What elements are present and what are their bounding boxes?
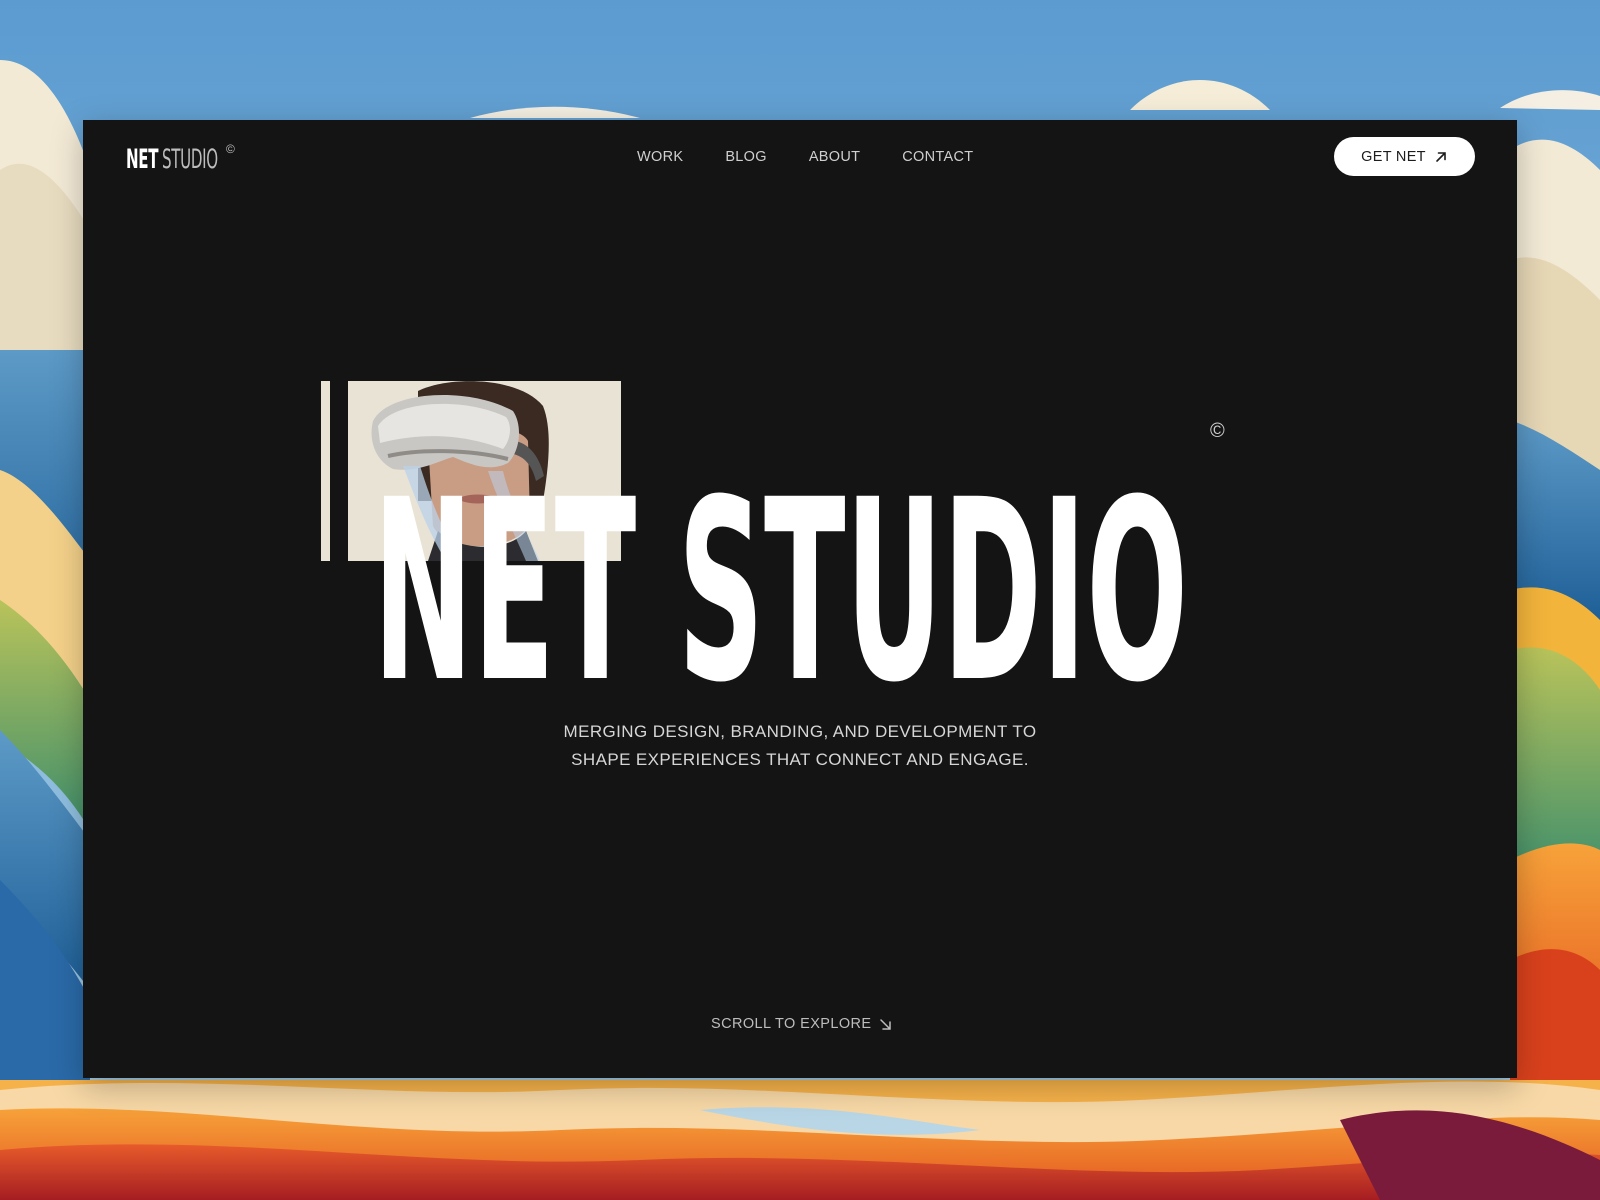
main-nav: WORK BLOG ABOUT CONTACT bbox=[637, 143, 973, 171]
scroll-label: SCROLL TO EXPLORE bbox=[711, 1016, 872, 1032]
nav-item-about[interactable]: ABOUT bbox=[809, 143, 860, 171]
scroll-to-explore-link[interactable]: SCROLL TO EXPLORE bbox=[711, 1016, 892, 1032]
arrow-up-right-icon bbox=[1434, 150, 1448, 164]
tagline-line-1: MERGING DESIGN, BRANDING, AND DEVELOPMEN… bbox=[563, 722, 1037, 741]
nav-item-work[interactable]: WORK bbox=[637, 143, 683, 171]
logo-net-text: NET bbox=[126, 144, 159, 175]
hero-image-strip bbox=[321, 381, 330, 561]
nav-item-blog[interactable]: BLOG bbox=[725, 143, 767, 171]
hero-title: NET STUDIO bbox=[373, 423, 1233, 683]
arrow-down-right-icon bbox=[879, 1018, 892, 1031]
hero-title-text: NET STUDIO bbox=[373, 446, 1188, 683]
site-logo[interactable]: NET STUDIO © bbox=[126, 142, 235, 182]
tagline-line-2: SHAPE EXPERIENCES THAT CONNECT AND ENGAG… bbox=[571, 750, 1029, 769]
nav-item-contact[interactable]: CONTACT bbox=[902, 143, 973, 171]
get-net-button[interactable]: GET NET bbox=[1334, 137, 1475, 176]
get-net-label: GET NET bbox=[1361, 148, 1426, 165]
logo-studio-text: STUDIO bbox=[162, 144, 218, 175]
hero-tagline: MERGING DESIGN, BRANDING, AND DEVELOPMEN… bbox=[500, 718, 1100, 774]
website-window: NET STUDIO © WORK BLOG ABOUT CONTACT GET… bbox=[83, 120, 1517, 1078]
logo-copyright-mark: © bbox=[226, 142, 235, 156]
hero-copyright-mark: © bbox=[1210, 420, 1225, 442]
